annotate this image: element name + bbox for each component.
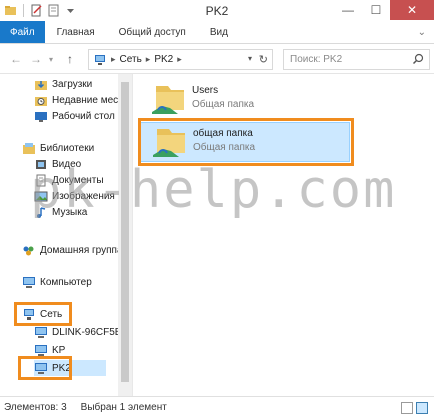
navigation-bar: ← → ▾ ↑ ▸ Сеть ▸ PK2 ▸ ▾ ↻ Поиск: PK2: [0, 44, 434, 74]
desktop-icon: [35, 111, 47, 122]
breadcrumb-separator[interactable]: ▸: [111, 54, 116, 65]
tab-file[interactable]: Файл: [0, 21, 45, 43]
title-bar: PK2 — ☐ ✕: [0, 0, 434, 22]
network-computer-icon: [35, 326, 47, 338]
folder-name: Users: [192, 85, 219, 96]
up-button[interactable]: ↑: [62, 51, 78, 67]
sidebar-scrollbar[interactable]: [118, 74, 132, 396]
folder-type: Общая папка: [192, 99, 255, 110]
sidebar-item-label: Загрузки: [52, 78, 93, 90]
network-computer-icon: [35, 344, 47, 356]
homegroup-icon: [23, 246, 34, 255]
sidebar-item-downloads[interactable]: Загрузки: [34, 76, 92, 92]
folder-highlight-frame: [138, 118, 354, 166]
sidebar-item-label: KP: [52, 344, 66, 356]
sidebar-item-label: Библиотеки: [40, 142, 95, 154]
minimize-button[interactable]: —: [334, 0, 362, 20]
content-pane: Users Общая папка общая папка Общая папк…: [134, 74, 434, 396]
sidebar-item-label: DLINK-96CF5B: [52, 326, 122, 338]
pk2-highlight-frame: [18, 356, 72, 380]
tab-view[interactable]: Вид: [198, 21, 240, 43]
refresh-icon[interactable]: ↻: [259, 53, 268, 66]
breadcrumb-separator[interactable]: ▸: [177, 54, 182, 65]
computer-icon: [23, 276, 35, 288]
item-count: Элементов: 3: [4, 402, 67, 413]
list-item[interactable]: Users Общая папка: [140, 80, 350, 120]
forward-button[interactable]: →: [28, 51, 44, 67]
search-icon[interactable]: [412, 53, 424, 65]
search-input[interactable]: Поиск: PK2: [283, 49, 430, 70]
sidebar-item-dlink[interactable]: DLINK-96CF5B: [34, 324, 121, 340]
ribbon: Файл Главная Общий доступ Вид ⌄: [0, 21, 434, 44]
address-bar[interactable]: ▸ Сеть ▸ PK2 ▸ ▾ ↻: [88, 49, 273, 70]
address-dropdown-icon[interactable]: ▾: [248, 54, 252, 63]
maximize-button[interactable]: ☐: [362, 0, 390, 20]
status-bar: Элементов: 3 Выбран 1 элемент: [0, 396, 434, 418]
sidebar-item-label: Компьютер: [40, 276, 92, 288]
tab-share[interactable]: Общий доступ: [107, 21, 198, 43]
network-highlight-frame: [14, 302, 72, 326]
libraries-icon: [23, 142, 35, 154]
breadcrumb-separator[interactable]: ▸: [146, 54, 151, 65]
scrollbar-thumb[interactable]: [121, 82, 129, 382]
sidebar-item-desktop[interactable]: Рабочий стол: [34, 108, 115, 124]
sidebar-item-computer[interactable]: Компьютер: [22, 274, 92, 290]
downloads-icon: [35, 80, 47, 90]
sidebar-item-libraries[interactable]: Библиотеки: [22, 140, 94, 156]
view-switcher: [401, 402, 428, 414]
watermark: pk-help.com: [30, 160, 397, 220]
sidebar-item-label: Домашняя группа: [40, 244, 123, 256]
sidebar-item-recent-places[interactable]: Недавние места: [34, 92, 128, 108]
search-placeholder: Поиск: PK2: [290, 54, 343, 65]
close-button[interactable]: ✕: [390, 0, 434, 20]
breadcrumb-pk2[interactable]: PK2: [154, 54, 173, 65]
shared-folder-icon: [152, 86, 184, 114]
tab-home[interactable]: Главная: [45, 21, 107, 43]
sidebar-item-label: Недавние места: [52, 94, 129, 106]
details-view-icon[interactable]: [401, 402, 413, 414]
recent-places-icon: [35, 96, 47, 106]
large-icons-view-icon[interactable]: [416, 402, 428, 414]
sidebar-item-label: Рабочий стол: [52, 110, 115, 122]
selection-count: Выбран 1 элемент: [80, 402, 167, 413]
expand-ribbon-icon[interactable]: ⌄: [418, 27, 426, 38]
back-button[interactable]: ←: [8, 51, 24, 67]
sidebar-item-homegroup[interactable]: Домашняя группа: [22, 242, 123, 258]
recent-locations-button[interactable]: ▾: [46, 51, 56, 67]
navigation-pane: Загрузки Недавние места Рабочий стол Биб…: [0, 74, 133, 396]
network-icon: [95, 54, 105, 65]
breadcrumb-network[interactable]: Сеть: [120, 54, 142, 65]
window-controls: — ☐ ✕: [334, 0, 434, 20]
